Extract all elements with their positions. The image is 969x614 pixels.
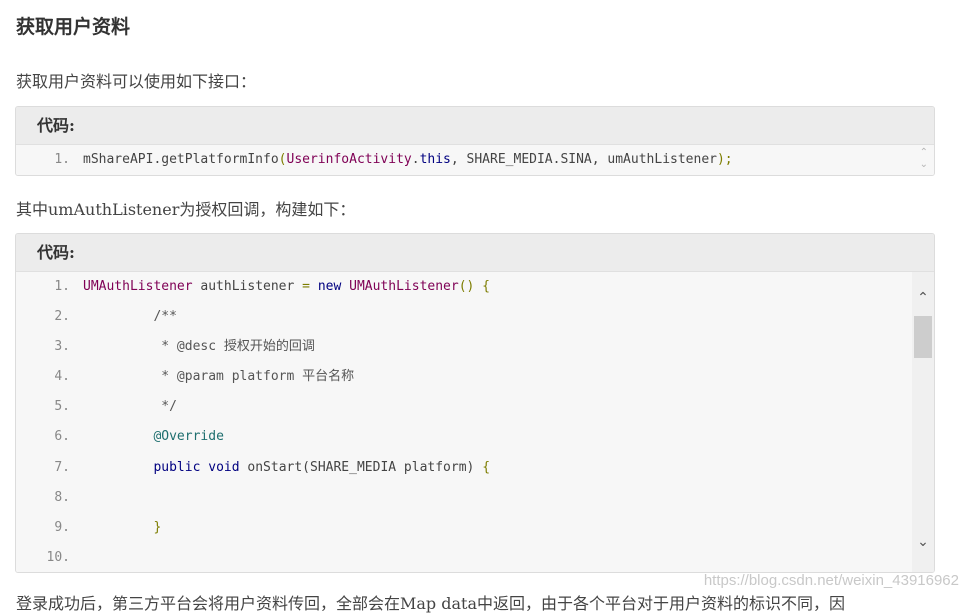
code-token: ( [278, 152, 287, 167]
code-line: * @desc 授权开始的回调 [83, 332, 912, 362]
mini-scroll-arrows[interactable]: ⌃ ⌄ [920, 147, 928, 171]
line-gutter: 1. [16, 145, 70, 175]
code-token: . [411, 152, 420, 167]
scrollbar-thumb[interactable] [914, 316, 932, 358]
chevron-up-icon[interactable]: ⌃ [920, 147, 928, 159]
line-number: 1. [54, 152, 70, 167]
line-number: 6. [54, 429, 70, 445]
chevron-up-icon[interactable]: ⌃ [916, 290, 930, 306]
code-token: , SHARE_MEDIA.SINA, umAuthListener [450, 152, 717, 167]
code-line: } [83, 513, 912, 543]
line-number: 3. [54, 339, 70, 355]
code-line: * @param platform 平台名称 [83, 362, 912, 392]
intro-paragraph: 获取用户资料可以使用如下接口： [16, 72, 257, 91]
code-token: () { [458, 279, 491, 294]
code-line: */ [83, 392, 912, 422]
code-token: * @param platform 平台名称 [83, 369, 355, 385]
chevron-down-icon[interactable]: ⌄ [916, 534, 930, 550]
code-token: @Override [153, 429, 224, 445]
line-number: 1. [54, 279, 70, 294]
code-token: new [317, 279, 342, 294]
bottom-paragraph: 登录成功后，第三方平台会将用户资料传回，全部会在Map data中返回，由于各个… [16, 594, 846, 613]
code-token: UMAuthListener [349, 279, 459, 294]
line-gutter: 1. 2. 3. 4. 5. 6. 7. 8. 9. 10. [16, 272, 70, 572]
code-block-1: 代码: 1. mShareAPI.getPlatformInfo(Userinf… [15, 106, 935, 176]
code-lines[interactable]: UMAuthListener authListener = new UMAuth… [83, 272, 912, 572]
line-number: 7. [54, 459, 70, 475]
code-line: @Override [83, 422, 912, 452]
callback-paragraph: 其中umAuthListener为授权回调，构建如下： [16, 200, 356, 219]
line-number: 5. [54, 399, 70, 415]
vertical-scrollbar[interactable]: ⌃ ⌄ [912, 272, 934, 572]
code-token: public [153, 459, 201, 475]
code-token: onStart(SHARE_MEDIA platform) [239, 459, 483, 475]
code-token: void [208, 459, 240, 475]
line-number: 9. [54, 519, 70, 535]
code-body: 1. 2. 3. 4. 5. 6. 7. 8. 9. 10. UMAuthListener aut… [16, 272, 934, 572]
code-caption: 代码: [16, 234, 934, 272]
code-line: mShareAPI.getPlatformInfo(UserinfoActivi… [83, 145, 912, 175]
code-lines[interactable]: mShareAPI.getPlatformInfo(UserinfoActivi… [83, 145, 912, 175]
page-heading: 获取用户资料 [16, 16, 131, 38]
code-line: /** [83, 302, 912, 332]
line-number: 10. [46, 549, 70, 565]
code-token: UserinfoActivity [286, 152, 412, 167]
code-token: /** [83, 309, 177, 325]
code-token: this [419, 152, 451, 167]
line-number: 8. [54, 489, 70, 505]
code-caption: 代码: [16, 107, 934, 145]
code-block-2: 代码: 1. 2. 3. 4. 5. 6. 7. 8. 9. 10. UMAuthListener… [15, 233, 935, 573]
code-token: ); [716, 152, 733, 167]
code-token: mShareAPI.getPlatformInfo [83, 152, 279, 167]
code-token: authListener [192, 279, 303, 294]
code-body: 1. mShareAPI.getPlatformInfo(UserinfoAct… [16, 145, 934, 175]
code-token: { [482, 459, 491, 475]
code-token: } [153, 519, 162, 535]
code-token: = [302, 279, 310, 294]
code-line: public void onStart(SHARE_MEDIA platform… [83, 453, 912, 483]
code-token: UMAuthListener [83, 279, 193, 294]
line-number: 4. [54, 369, 70, 385]
watermark: https://blog.csdn.net/weixin_43916962 [703, 572, 959, 589]
code-token: */ [83, 399, 177, 415]
code-line: UMAuthListener authListener = new UMAuth… [83, 272, 912, 302]
chevron-down-icon[interactable]: ⌄ [920, 159, 928, 171]
code-token: * @desc 授权开始的回调 [83, 339, 315, 355]
line-number: 2. [54, 309, 70, 325]
